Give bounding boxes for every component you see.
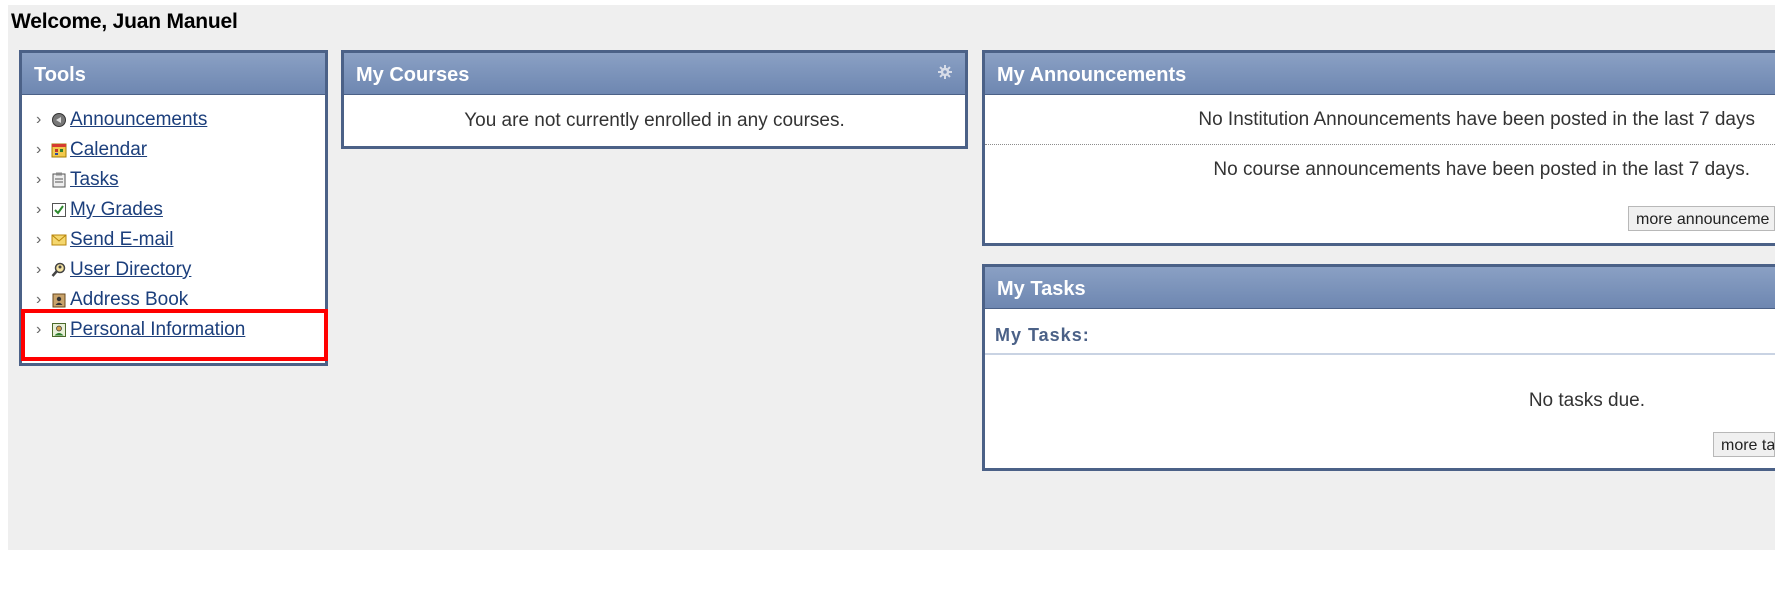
tool-item-send-email: › Send E-mail <box>36 225 325 255</box>
magnifier-person-icon <box>50 262 67 279</box>
chevron-right-icon: › <box>36 141 42 158</box>
courses-empty-message: You are not currently enrolled in any co… <box>464 110 845 131</box>
chevron-right-icon: › <box>36 111 42 128</box>
highlight-box <box>21 309 328 361</box>
chevron-right-icon: › <box>36 231 42 248</box>
institution-announcements-message: No Institution Announcements have been p… <box>1198 109 1755 130</box>
announcements-module: My Announcements No Institution Announce… <box>982 50 1775 246</box>
course-announcements-message: No course announcements have been posted… <box>1213 159 1750 180</box>
courses-module-title: My Courses <box>344 53 965 95</box>
tasks-divider <box>985 353 1775 355</box>
more-tasks-button[interactable]: more tas <box>1713 432 1775 457</box>
tools-list: › Announcements › Calendar › Tasks › My … <box>22 95 325 345</box>
chevron-right-icon: › <box>36 171 42 188</box>
more-announcements-button[interactable]: more announceme <box>1628 206 1775 231</box>
grades-icon <box>50 202 67 219</box>
page: Welcome, Juan Manuel Tools › Announcemen… <box>0 0 1775 592</box>
tool-item-calendar: › Calendar <box>36 135 325 165</box>
address-book-icon <box>50 292 67 309</box>
welcome-heading: Welcome, Juan Manuel <box>11 10 238 33</box>
calendar-icon <box>50 142 67 159</box>
chevron-right-icon: › <box>36 201 42 218</box>
tool-link-my-grades[interactable]: My Grades <box>70 197 163 223</box>
announcements-divider <box>985 144 1775 145</box>
tools-module-title: Tools <box>22 53 325 95</box>
megaphone-icon <box>50 112 67 129</box>
tasks-empty-message: No tasks due. <box>1528 390 1645 411</box>
tool-item-tasks: › Tasks <box>36 165 325 195</box>
tasks-subheading: My Tasks: <box>995 325 1090 345</box>
tool-item-my-grades: › My Grades <box>36 195 325 225</box>
tool-item-announcements: › Announcements <box>36 105 325 135</box>
clipboard-icon <box>50 172 67 189</box>
tool-item-user-directory: › User Directory <box>36 255 325 285</box>
tool-link-tasks[interactable]: Tasks <box>70 167 119 193</box>
chevron-right-icon: › <box>36 261 42 278</box>
tool-link-user-directory[interactable]: User Directory <box>70 257 191 283</box>
courses-module: My Courses You are not currently enrolle… <box>341 50 968 149</box>
announcements-module-title: My Announcements <box>985 53 1775 95</box>
tool-link-send-email[interactable]: Send E-mail <box>70 227 174 253</box>
tasks-module-title: My Tasks <box>985 267 1775 309</box>
tool-link-calendar[interactable]: Calendar <box>70 137 147 163</box>
tasks-module: My Tasks My Tasks: No tasks due. more ta… <box>982 264 1775 471</box>
gear-icon[interactable] <box>937 64 953 80</box>
envelope-icon <box>50 232 67 249</box>
tool-link-announcements[interactable]: Announcements <box>70 107 207 133</box>
